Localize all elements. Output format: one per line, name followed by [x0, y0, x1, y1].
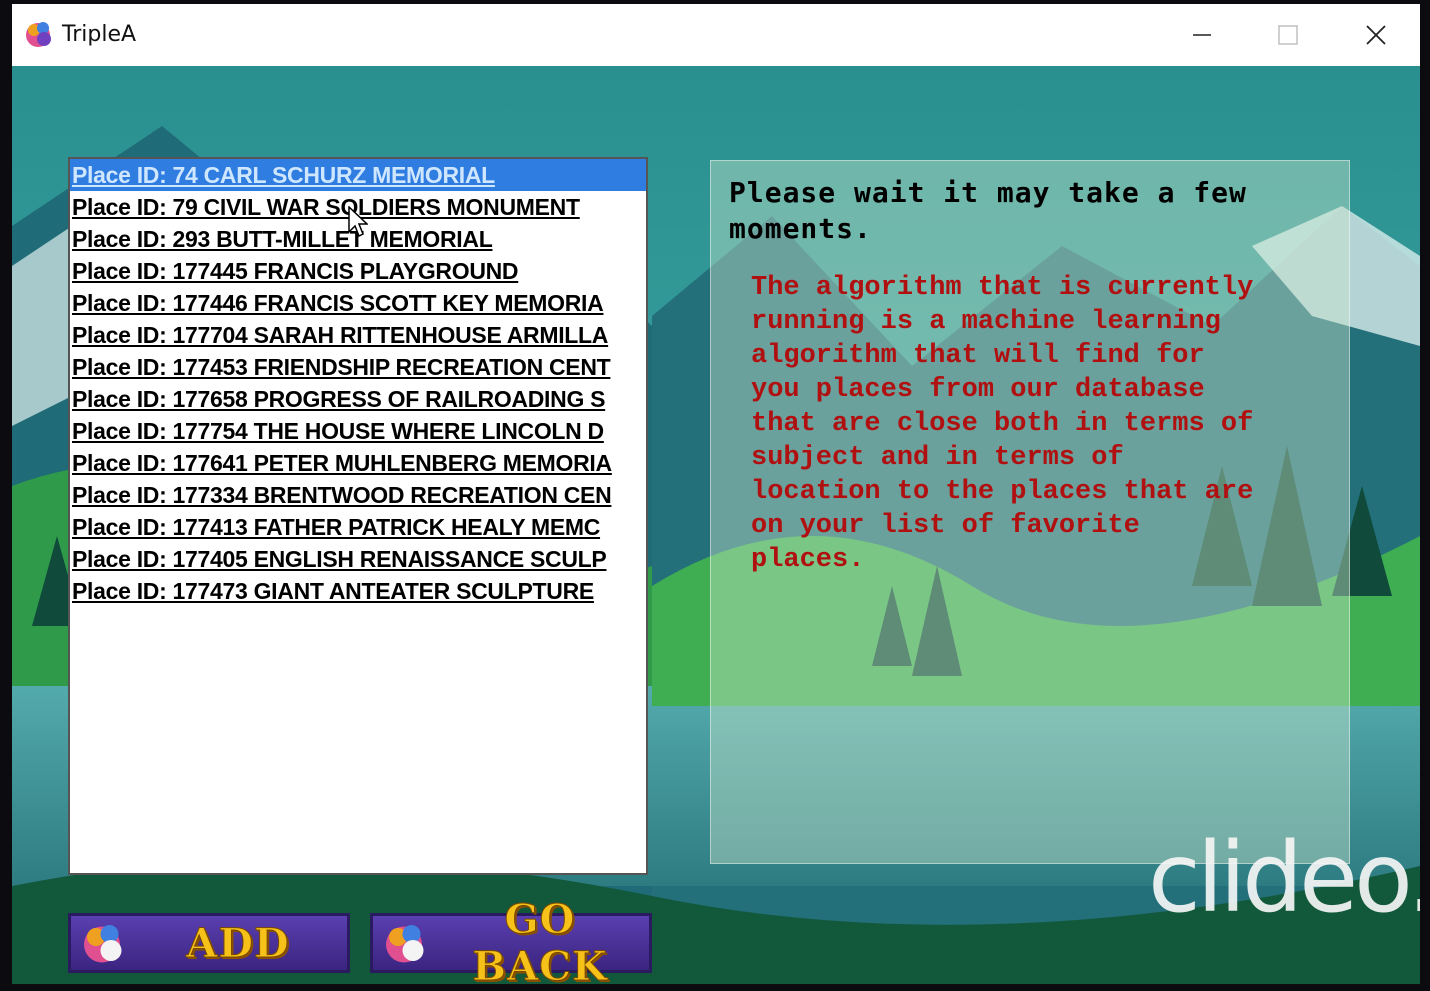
minimize-icon [1193, 34, 1211, 36]
list-item[interactable]: Place ID: 177446 FRANCIS SCOTT KEY MEMOR… [70, 287, 646, 319]
watermark: clideo. [1148, 822, 1420, 934]
go-back-button[interactable]: GO BACK [370, 896, 652, 984]
app-window: TripleA Place ID: 74 CARL SCHURZ MEMORIA… [12, 4, 1420, 984]
maximize-button[interactable] [1244, 4, 1332, 66]
list-item[interactable]: Place ID: 177641 PETER MUHLENBERG MEMORI… [70, 447, 646, 479]
app-logo-icon [26, 22, 51, 47]
add-button[interactable]: ADD [68, 913, 350, 973]
close-button[interactable] [1332, 4, 1420, 66]
list-item[interactable]: Place ID: 177453 FRIENDSHIP RECREATION C… [70, 351, 646, 383]
list-item[interactable]: Place ID: 177754 THE HOUSE WHERE LINCOLN… [70, 415, 646, 447]
go-back-button-label: GO BACK [472, 896, 608, 985]
maximize-icon [1278, 25, 1298, 45]
list-item[interactable]: Place ID: 177405 ENGLISH RENAISSANCE SCU… [70, 543, 646, 575]
close-icon [1366, 25, 1386, 45]
list-item[interactable]: Place ID: 177413 FATHER PATRICK HEALY ME… [70, 511, 646, 543]
app-logo-icon [84, 925, 122, 963]
window-title: TripleA [62, 22, 137, 47]
add-button-label: ADD [186, 919, 290, 967]
list-item[interactable]: Place ID: 177445 FRANCIS PLAYGROUND [70, 255, 646, 287]
app-logo-icon [386, 925, 424, 963]
mouse-cursor-icon [348, 206, 368, 238]
list-item[interactable]: Place ID: 177334 BRENTWOOD RECREATION CE… [70, 479, 646, 511]
list-item[interactable]: Place ID: 74 CARL SCHURZ MEMORIAL [70, 159, 646, 191]
list-item[interactable]: Place ID: 177473 GIANT ANTEATER SCULPTUR… [70, 575, 646, 607]
list-item[interactable]: Place ID: 177658 PROGRESS OF RAILROADING… [70, 383, 646, 415]
minimize-button[interactable] [1158, 4, 1246, 66]
algorithm-description: The algorithm that is currently running … [751, 273, 1254, 575]
wait-message: Please wait it may take a few moments. [729, 176, 1247, 245]
title-bar[interactable]: TripleA [12, 4, 1420, 66]
places-list[interactable]: Place ID: 74 CARL SCHURZ MEMORIAL Place I… [68, 157, 648, 875]
info-panel: Please wait it may take a few moments. T… [710, 160, 1350, 864]
list-item[interactable]: Place ID: 177704 SARAH RITTENHOUSE ARMIL… [70, 319, 646, 351]
